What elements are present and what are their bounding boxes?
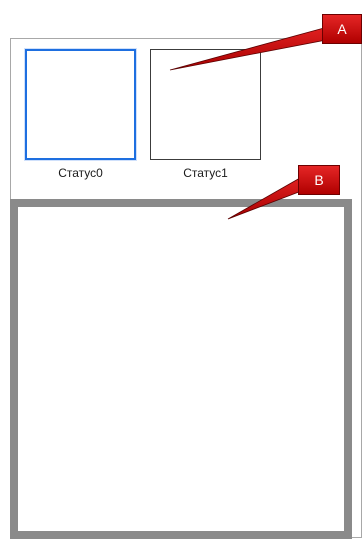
status-thumbnail-0[interactable] — [25, 49, 136, 160]
status-thumbnail-0-label: Статус0 — [58, 166, 103, 180]
status-picker-window: Статус0 Статус1 A B — [0, 0, 363, 541]
status-thumbnail-1[interactable] — [150, 49, 261, 160]
status-thumbnail-1-label: Статус1 — [183, 166, 228, 180]
callout-a-badge: A — [322, 14, 362, 44]
callout-b-badge: B — [298, 165, 340, 195]
callout-b-letter: B — [314, 172, 324, 188]
status-preview-area — [10, 199, 352, 539]
callout-a-letter: A — [337, 21, 347, 37]
